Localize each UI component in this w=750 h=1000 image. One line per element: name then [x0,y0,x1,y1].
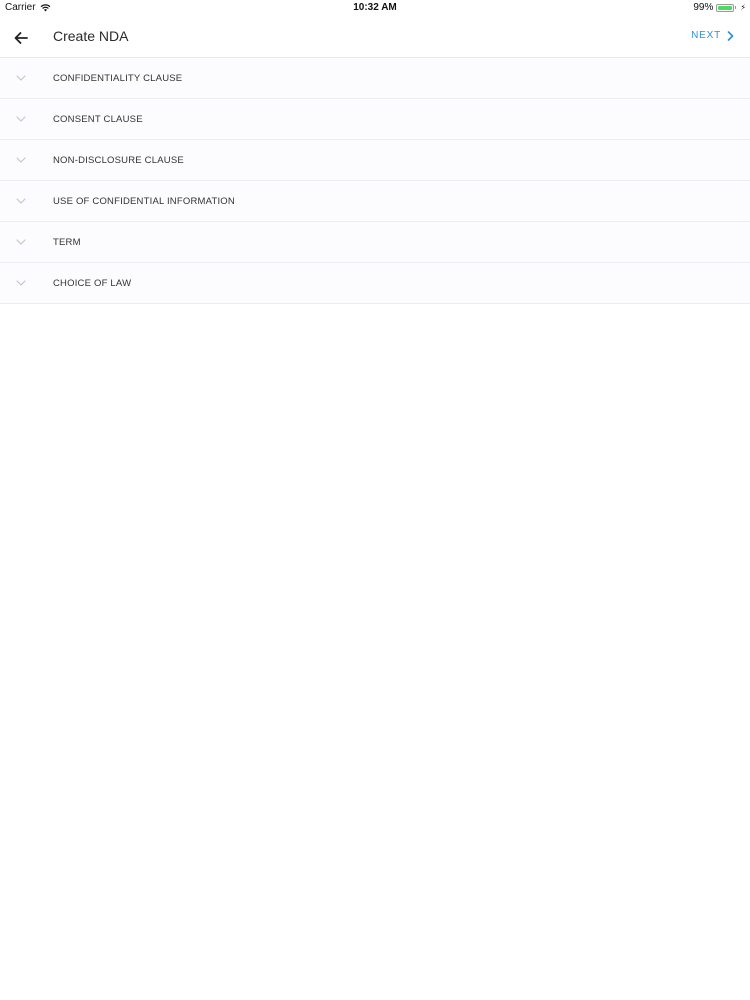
arrow-left-icon [14,32,28,44]
chevron-down-icon [16,116,26,122]
back-button[interactable] [10,27,32,49]
section-label: NON-DISCLOSURE CLAUSE [53,155,184,166]
section-row-non-disclosure-clause[interactable]: NON-DISCLOSURE CLAUSE [0,140,750,181]
section-label: CONSENT CLAUSE [53,114,143,125]
section-row-confidentiality-clause[interactable]: CONFIDENTIALITY CLAUSE [0,58,750,99]
battery-level-fill [718,5,733,10]
charging-bolt-icon: ⚡ [740,3,746,12]
nda-sections-list: CONFIDENTIALITY CLAUSE CONSENT CLAUSE NO… [0,58,750,304]
chevron-down-icon [16,157,26,163]
status-bar: Carrier 10:32 AM 99% ⚡ [0,0,750,16]
status-time: 10:32 AM [353,2,397,13]
section-label: CONFIDENTIALITY CLAUSE [53,73,183,84]
section-row-choice-of-law[interactable]: CHOICE OF LAW [0,263,750,304]
chevron-down-icon [16,280,26,286]
chevron-down-icon [16,198,26,204]
chevron-right-icon [727,30,734,41]
next-label: NEXT [691,30,721,41]
battery-status: 99% ⚡ [693,2,746,13]
battery-icon [716,3,735,12]
app-bar: Create NDA NEXT [0,16,750,58]
section-row-consent-clause[interactable]: CONSENT CLAUSE [0,99,750,140]
section-label: TERM [53,237,81,248]
battery-percent: 99% [693,2,714,13]
section-row-use-of-confidential-information[interactable]: USE OF CONFIDENTIAL INFORMATION [0,181,750,222]
page-title: Create NDA [53,28,129,44]
section-label: CHOICE OF LAW [53,278,132,289]
next-button[interactable]: NEXT [691,30,734,41]
chevron-down-icon [16,239,26,245]
section-label: USE OF CONFIDENTIAL INFORMATION [53,196,235,207]
battery-cap [735,6,737,9]
section-row-term[interactable]: TERM [0,222,750,263]
chevron-down-icon [16,75,26,81]
